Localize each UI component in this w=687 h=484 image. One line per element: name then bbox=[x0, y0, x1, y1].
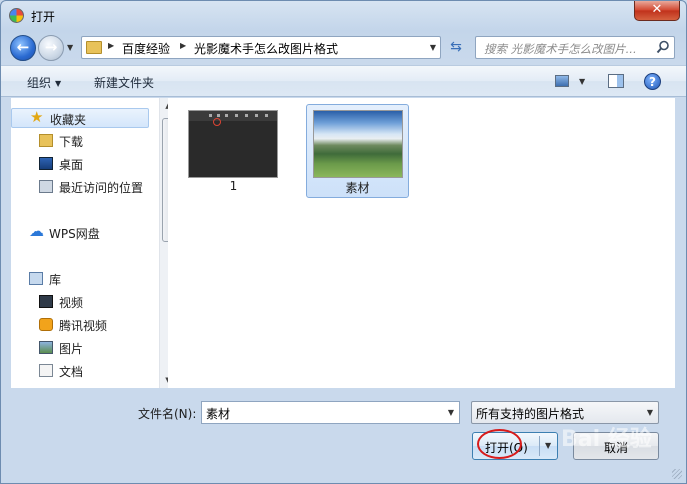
nav-item-tencent-video[interactable]: 腾讯视频 bbox=[11, 315, 149, 335]
refresh-icon: ⇆ bbox=[450, 39, 462, 55]
address-dropdown[interactable]: ▼ bbox=[430, 43, 436, 52]
nav-label: 最近访问的位置 bbox=[59, 181, 144, 195]
preview-pane-icon[interactable] bbox=[608, 74, 624, 88]
pictures-icon bbox=[39, 341, 53, 354]
help-icon[interactable]: ? bbox=[644, 73, 661, 90]
open-file-dialog: 打开 ✕ ← → ▼ ▶ 百度经验 ▶ 光影魔术手怎么改图片格式 ▼ ⇆ 搜索 … bbox=[0, 0, 687, 484]
file-name: 素材 bbox=[345, 181, 370, 195]
app-icon bbox=[9, 8, 24, 23]
documents-icon bbox=[39, 364, 53, 377]
nav-label: 桌面 bbox=[59, 158, 84, 172]
nav-item-recent[interactable]: 最近访问的位置 bbox=[11, 177, 149, 197]
filename-input[interactable]: 素材 ▼ bbox=[201, 401, 460, 424]
nav-item-wps-cloud[interactable]: ☁ WPS网盘 bbox=[11, 223, 149, 243]
cloud-icon: ☁ bbox=[29, 222, 44, 240]
file-item-selected[interactable]: 素材 bbox=[306, 104, 409, 198]
change-view-icon[interactable] bbox=[555, 75, 569, 87]
watermark: Bai 经验 bbox=[561, 427, 652, 452]
breadcrumb-item[interactable]: 光影魔术手怎么改图片格式 bbox=[194, 40, 338, 57]
nav-label: WPS网盘 bbox=[49, 227, 100, 241]
star-icon: ★ bbox=[30, 108, 44, 126]
filename-label: 文件名(N): bbox=[138, 407, 197, 421]
forward-arrow-icon: → bbox=[44, 38, 58, 56]
organize-menu[interactable]: 组织 ▼ bbox=[27, 74, 61, 91]
search-placeholder: 搜索 光影魔术手怎么改图片... bbox=[484, 42, 637, 56]
nav-item-pictures[interactable]: 图片 bbox=[11, 338, 149, 358]
window-title: 打开 bbox=[31, 10, 56, 24]
chevron-down-icon: ▼ bbox=[646, 408, 653, 417]
nav-item-videos[interactable]: 视频 bbox=[11, 292, 149, 312]
breadcrumb-item[interactable]: 百度经验 bbox=[122, 40, 170, 57]
file-thumbnail bbox=[188, 110, 278, 178]
folder-icon bbox=[86, 41, 102, 54]
open-options-icon[interactable]: ▼ bbox=[545, 441, 551, 450]
view-options-dropdown[interactable]: ▼ bbox=[579, 77, 585, 86]
nav-label: 下载 bbox=[59, 135, 84, 149]
back-arrow-icon: ← bbox=[16, 38, 30, 56]
search-input[interactable]: 搜索 光影魔术手怎么改图片... bbox=[475, 36, 675, 59]
search-icon[interactable] bbox=[656, 40, 670, 54]
file-list: 1 素材 bbox=[168, 98, 675, 388]
nav-item-libraries[interactable]: 库 bbox=[11, 269, 149, 289]
nav-item-documents[interactable]: 文档 bbox=[11, 361, 149, 381]
caret-down-icon: ▼ bbox=[55, 79, 62, 88]
refresh-button[interactable]: ⇆ bbox=[445, 36, 467, 59]
forward-button[interactable]: → bbox=[38, 35, 64, 61]
command-bar: 组织 ▼ 新建文件夹 ▼ ? bbox=[1, 65, 686, 97]
nav-item-downloads[interactable]: 下载 bbox=[11, 131, 149, 151]
filename-value: 素材 bbox=[206, 407, 231, 421]
nav-label: 视频 bbox=[59, 296, 84, 310]
nav-item-favorites[interactable]: ★ 收藏夹 bbox=[11, 108, 149, 128]
filetype-value: 所有支持的图片格式 bbox=[476, 407, 585, 421]
new-folder-button[interactable]: 新建文件夹 bbox=[94, 74, 154, 91]
nav-label: 图片 bbox=[59, 342, 84, 356]
tencent-video-icon bbox=[39, 318, 53, 331]
address-row: ← → ▼ ▶ 百度经验 ▶ 光影魔术手怎么改图片格式 ▼ ⇆ 搜索 光影魔术手… bbox=[1, 32, 686, 64]
recent-pages-dropdown[interactable]: ▼ bbox=[67, 43, 73, 52]
close-button[interactable]: ✕ bbox=[634, 1, 680, 21]
library-icon bbox=[29, 272, 43, 285]
file-name: 1 bbox=[229, 179, 238, 193]
organize-label: 组织 bbox=[27, 76, 52, 90]
split-divider bbox=[539, 436, 540, 456]
nav-label: 腾讯视频 bbox=[59, 319, 108, 333]
file-item[interactable]: 1 bbox=[182, 105, 285, 199]
title-bar: 打开 ✕ bbox=[1, 1, 686, 31]
annotation-circle bbox=[477, 429, 522, 459]
back-button[interactable]: ← bbox=[10, 35, 36, 61]
navigation-pane: ★ 收藏夹 下载 桌面 最近访问的位置 ☁ WPS网盘 库 视频 腾讯视频 图片… bbox=[11, 98, 176, 388]
resize-grip[interactable] bbox=[672, 469, 682, 479]
nav-label: 文档 bbox=[59, 365, 84, 379]
recent-places-icon bbox=[39, 180, 53, 193]
download-folder-icon bbox=[39, 134, 53, 147]
chevron-right-icon[interactable]: ▶ bbox=[108, 41, 114, 50]
video-icon bbox=[39, 295, 53, 308]
chevron-right-icon[interactable]: ▶ bbox=[180, 41, 186, 50]
desktop-icon bbox=[39, 157, 53, 170]
address-bar[interactable]: ▶ 百度经验 ▶ 光影魔术手怎么改图片格式 ▼ bbox=[81, 36, 441, 59]
chevron-down-icon[interactable]: ▼ bbox=[448, 408, 454, 417]
close-icon: ✕ bbox=[651, 2, 663, 17]
nav-label: 收藏夹 bbox=[50, 113, 87, 127]
file-thumbnail bbox=[313, 110, 403, 178]
nav-item-desktop[interactable]: 桌面 bbox=[11, 154, 149, 174]
nav-label: 库 bbox=[49, 273, 62, 287]
